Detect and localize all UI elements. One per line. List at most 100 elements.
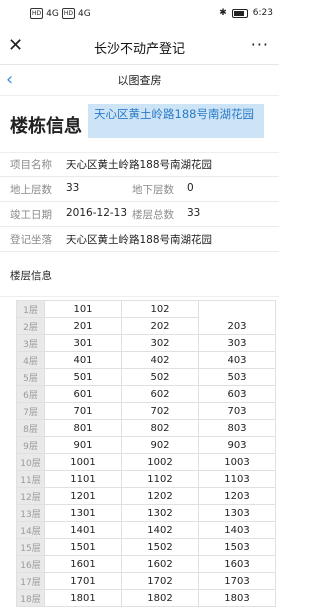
unit-cell[interactable]: 1101 bbox=[44, 470, 122, 488]
unit-cell[interactable]: 1103 bbox=[198, 470, 276, 488]
below-floors-value: 0 bbox=[187, 182, 194, 194]
unit-cell[interactable]: 803 bbox=[198, 419, 276, 437]
unit-cell[interactable]: 1402 bbox=[121, 521, 199, 539]
unit-cell[interactable]: 302 bbox=[121, 334, 199, 352]
floor-label: 12层 bbox=[16, 487, 45, 505]
unit-cell[interactable]: 1301 bbox=[44, 504, 122, 522]
above-floors-value: 33 bbox=[66, 182, 80, 194]
unit-cell[interactable]: 202 bbox=[121, 317, 199, 335]
floor-label: 9层 bbox=[16, 436, 45, 454]
unit-cell[interactable]: 1203 bbox=[198, 487, 276, 505]
unit-cell[interactable]: 1003 bbox=[198, 453, 276, 471]
unit-cell[interactable]: 702 bbox=[121, 402, 199, 420]
floor-label: 6层 bbox=[16, 385, 45, 403]
address-text: 天心区黄土岭路188号南湖花园 bbox=[94, 107, 254, 121]
unit-cell[interactable]: 1002 bbox=[121, 453, 199, 471]
unit-cell[interactable]: 701 bbox=[44, 402, 122, 420]
unit-cell[interactable]: 1302 bbox=[121, 504, 199, 522]
unit-cell[interactable]: 1401 bbox=[44, 521, 122, 539]
unit-cell[interactable]: 1802 bbox=[121, 589, 199, 607]
unit-cell[interactable]: 401 bbox=[44, 351, 122, 369]
floor-row: 11层 1101 1102 1103 bbox=[16, 470, 276, 488]
address-box: 天心区黄土岭路188号南湖花园 bbox=[88, 104, 264, 138]
status-left: HD 4G HD 4G bbox=[30, 8, 91, 19]
unit-cell[interactable]: 503 bbox=[198, 368, 276, 386]
unit-cell[interactable]: 802 bbox=[121, 419, 199, 437]
floor-row: 18层 1801 1802 1803 bbox=[16, 589, 276, 607]
floor-row: 17层 1701 1702 1703 bbox=[16, 572, 276, 590]
unit-cell[interactable]: 203 bbox=[198, 317, 276, 335]
unit-cell[interactable]: 402 bbox=[121, 351, 199, 369]
unit-cell[interactable]: 1303 bbox=[198, 504, 276, 522]
completion-value: 2016-12-13 bbox=[66, 207, 128, 219]
app-title: 长沙不动产登记 bbox=[93, 42, 185, 57]
floor-grid: 1层 101 102 2层 201 202 203 3层 301 302 303 4层 401 402 40… bbox=[16, 300, 276, 607]
info-row-project: 项目名称 天心区黄土岭路188号南湖花园 bbox=[0, 152, 279, 177]
unit-cell[interactable]: 1603 bbox=[198, 555, 276, 573]
floor-row: 5层 501 502 503 bbox=[16, 368, 276, 386]
floor-label: 14层 bbox=[16, 521, 45, 539]
floor-label: 15层 bbox=[16, 538, 45, 556]
unit-cell[interactable]: 1102 bbox=[121, 470, 199, 488]
hd-indicator: HD bbox=[30, 8, 44, 19]
unit-cell bbox=[198, 300, 276, 318]
hd-indicator-2: HD bbox=[61, 8, 75, 19]
unit-cell[interactable]: 501 bbox=[44, 368, 122, 386]
unit-cell[interactable]: 603 bbox=[198, 385, 276, 403]
unit-cell[interactable]: 1701 bbox=[44, 572, 122, 590]
building-header: 楼栋信息 天心区黄土岭路188号南湖花园 bbox=[0, 96, 279, 153]
unit-cell[interactable]: 901 bbox=[44, 436, 122, 454]
unit-cell[interactable]: 101 bbox=[44, 300, 122, 318]
floor-label: 18层 bbox=[16, 589, 45, 607]
unit-cell[interactable]: 1403 bbox=[198, 521, 276, 539]
clock: 6:23 bbox=[252, 8, 273, 18]
floor-label: 3层 bbox=[16, 334, 45, 352]
more-icon[interactable]: ··· bbox=[251, 35, 269, 54]
unit-cell[interactable]: 1601 bbox=[44, 555, 122, 573]
floor-row: 13层 1301 1302 1303 bbox=[16, 504, 276, 522]
unit-cell[interactable]: 601 bbox=[44, 385, 122, 403]
floor-row: 7层 701 702 703 bbox=[16, 402, 276, 420]
floor-label: 16层 bbox=[16, 555, 45, 573]
floor-label: 1层 bbox=[16, 300, 45, 318]
unit-cell[interactable]: 1501 bbox=[44, 538, 122, 556]
floor-label: 8层 bbox=[16, 419, 45, 437]
floor-row: 1层 101 102 bbox=[16, 300, 276, 318]
unit-cell[interactable]: 102 bbox=[121, 300, 199, 318]
status-right: ✱ 6:23 bbox=[219, 8, 273, 18]
unit-cell[interactable]: 1703 bbox=[198, 572, 276, 590]
unit-cell[interactable]: 1702 bbox=[121, 572, 199, 590]
above-floors-label: 地上层数 bbox=[10, 184, 52, 196]
unit-cell[interactable]: 903 bbox=[198, 436, 276, 454]
unit-cell[interactable]: 301 bbox=[44, 334, 122, 352]
signal-4g: 4G bbox=[46, 8, 59, 19]
unit-cell[interactable]: 801 bbox=[44, 419, 122, 437]
project-value: 天心区黄土岭路188号南湖花园 bbox=[66, 159, 213, 171]
unit-cell[interactable]: 1201 bbox=[44, 487, 122, 505]
floor-row: 16层 1601 1602 1603 bbox=[16, 555, 276, 573]
unit-cell[interactable]: 1503 bbox=[198, 538, 276, 556]
unit-cell[interactable]: 902 bbox=[121, 436, 199, 454]
unit-cell[interactable]: 1502 bbox=[121, 538, 199, 556]
unit-cell[interactable]: 403 bbox=[198, 351, 276, 369]
floor-row: 2层 201 202 203 bbox=[16, 317, 276, 335]
floor-label: 2层 bbox=[16, 317, 45, 335]
unit-cell[interactable]: 602 bbox=[121, 385, 199, 403]
status-bar: HD 4G HD 4G ✱ 6:23 bbox=[0, 0, 279, 28]
unit-cell[interactable]: 1202 bbox=[121, 487, 199, 505]
floor-label: 10层 bbox=[16, 453, 45, 471]
unit-cell[interactable]: 303 bbox=[198, 334, 276, 352]
unit-cell[interactable]: 1001 bbox=[44, 453, 122, 471]
floor-row: 10层 1001 1002 1003 bbox=[16, 453, 276, 471]
unit-cell[interactable]: 1602 bbox=[121, 555, 199, 573]
unit-cell[interactable]: 502 bbox=[121, 368, 199, 386]
floor-label: 7层 bbox=[16, 402, 45, 420]
unit-cell[interactable]: 703 bbox=[198, 402, 276, 420]
floor-section-header: 楼层信息 bbox=[0, 256, 279, 297]
unit-cell[interactable]: 201 bbox=[44, 317, 122, 335]
signal-4g-2: 4G bbox=[77, 8, 91, 19]
unit-cell[interactable]: 1803 bbox=[198, 589, 276, 607]
bluetooth-icon: ✱ bbox=[219, 8, 227, 18]
unit-cell[interactable]: 1801 bbox=[44, 589, 122, 607]
sub-nav: ‹ 以图查房 bbox=[0, 65, 279, 96]
